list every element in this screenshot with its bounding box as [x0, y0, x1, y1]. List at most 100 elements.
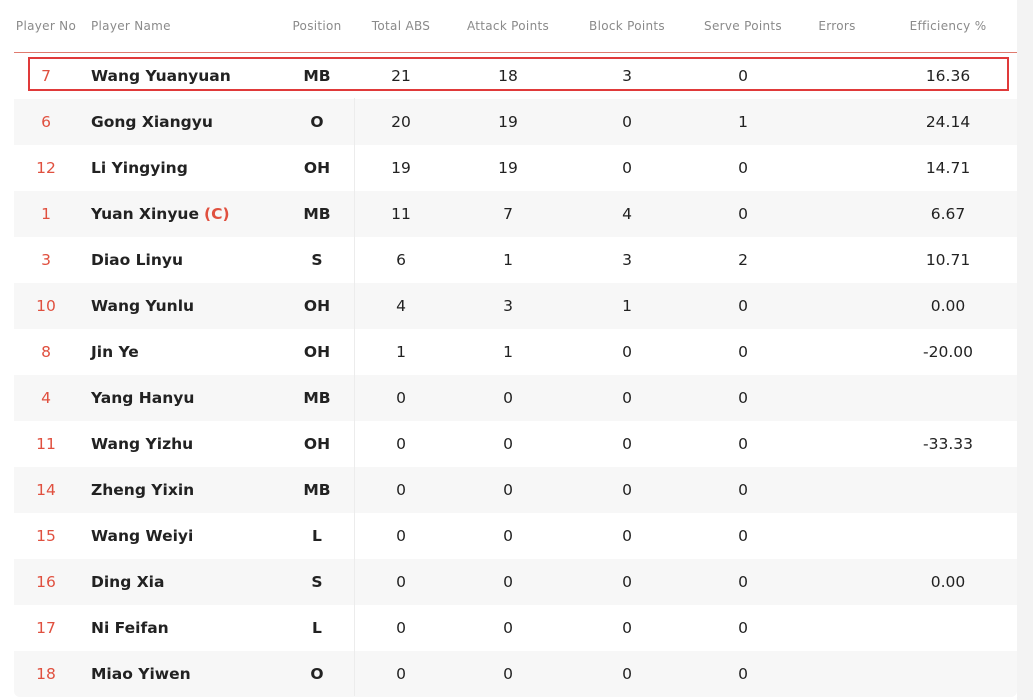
table-row[interactable]: 7 Wang Yuanyuan MB 21 18 3 0 16.36	[14, 53, 1017, 99]
cell-name-text: Wang Weiyi	[91, 527, 194, 545]
cell-attack: 0	[503, 559, 513, 605]
cell-position-text: OH	[303, 435, 331, 453]
cell-attack: 1	[503, 329, 513, 375]
header-position[interactable]: Position	[292, 0, 341, 52]
cell-efficiency: 16.36	[926, 53, 970, 99]
cell-position: OH	[304, 329, 330, 375]
cell-position: S	[311, 237, 322, 283]
cell-attack-text: 0	[503, 665, 513, 683]
cell-block-text: 0	[622, 665, 632, 683]
cell-position: O	[310, 651, 323, 697]
cell-block-text: 0	[622, 573, 632, 591]
cell-serve-text: 0	[738, 435, 748, 453]
cell-block-text: 0	[622, 619, 632, 637]
cell-no-text: 6	[41, 113, 51, 131]
scrollbar-track[interactable]	[1017, 0, 1033, 700]
cell-efficiency-text: -33.33	[923, 435, 973, 453]
cell-block-text: 3	[622, 67, 632, 85]
header-total-abs[interactable]: Total ABS	[372, 0, 430, 52]
header-serve-points[interactable]: Serve Points	[704, 0, 782, 52]
cell-position-text: MB	[303, 389, 331, 407]
header-errors[interactable]: Errors	[818, 0, 855, 52]
cell-position: OH	[304, 283, 330, 329]
header-player-name[interactable]: Player Name	[91, 0, 171, 52]
cell-name: Ni Feifan	[91, 605, 169, 651]
cell-position-text: L	[312, 619, 322, 637]
captain-badge: (C)	[203, 205, 230, 223]
cell-total-text: 11	[391, 205, 411, 223]
cell-serve: 0	[738, 191, 748, 237]
table-row[interactable]: 6 Gong Xiangyu O 20 19 0 1 24.14	[14, 99, 1017, 145]
table-row[interactable]: 15 Wang Weiyi L 0 0 0 0	[14, 513, 1017, 559]
cell-no-text: 1	[41, 205, 51, 223]
cell-name: Wang Yizhu	[91, 421, 193, 467]
table-row[interactable]: 16 Ding Xia S 0 0 0 0 0.00	[14, 559, 1017, 605]
cell-no-text: 12	[36, 159, 56, 177]
cell-serve-text: 0	[738, 297, 748, 315]
table-row[interactable]: 11 Wang Yizhu OH 0 0 0 0 -33.33	[14, 421, 1017, 467]
table-row[interactable]: 14 Zheng Yixin MB 0 0 0 0	[14, 467, 1017, 513]
cell-no: 1	[41, 191, 51, 237]
table-row[interactable]: 12 Li Yingying OH 19 19 0 0 14.71	[14, 145, 1017, 191]
cell-no-text: 7	[41, 67, 51, 85]
header-efficiency[interactable]: Efficiency %	[910, 0, 987, 52]
cell-serve: 0	[738, 145, 748, 191]
table-header: Player No Player Name Position Total ABS…	[14, 0, 1017, 53]
cell-name: Ding Xia	[91, 559, 164, 605]
cell-no-text: 17	[36, 619, 56, 637]
cell-efficiency: 10.71	[926, 237, 970, 283]
cell-no: 6	[41, 99, 51, 145]
cell-attack: 1	[503, 237, 513, 283]
cell-position: L	[312, 605, 322, 651]
cell-no-text: 11	[36, 435, 56, 453]
table-row[interactable]: 3 Diao Linyu S 6 1 3 2 10.71	[14, 237, 1017, 283]
cell-total: 0	[396, 513, 406, 559]
cell-block: 0	[622, 375, 632, 421]
cell-efficiency: -33.33	[923, 421, 973, 467]
table-row[interactable]: 18 Miao Yiwen O 0 0 0 0	[14, 651, 1017, 697]
cell-no: 11	[36, 421, 56, 467]
cell-position-text: OH	[303, 159, 331, 177]
cell-serve-text: 0	[738, 665, 748, 683]
cell-name-text: Jin Ye	[91, 343, 139, 361]
cell-total-text: 0	[396, 435, 406, 453]
cell-no: 14	[36, 467, 56, 513]
cell-attack-text: 0	[503, 573, 513, 591]
cell-position: MB	[303, 191, 330, 237]
header-block-points[interactable]: Block Points	[589, 0, 665, 52]
cell-efficiency: 24.14	[926, 99, 970, 145]
header-player-no[interactable]: Player No	[16, 0, 76, 52]
cell-name: Wang Weiyi	[91, 513, 193, 559]
cell-total: 11	[391, 191, 411, 237]
cell-no: 17	[36, 605, 56, 651]
cell-position-text: S	[311, 573, 323, 591]
table-row[interactable]: 17 Ni Feifan L 0 0 0 0	[14, 605, 1017, 651]
cell-name-text: Yang Hanyu	[91, 389, 195, 407]
cell-serve: 0	[738, 513, 748, 559]
cell-block-text: 3	[622, 251, 632, 269]
cell-block: 1	[622, 283, 632, 329]
cell-block-text: 0	[622, 527, 632, 545]
cell-attack-text: 0	[503, 619, 513, 637]
cell-position-text: S	[311, 251, 323, 269]
cell-position: S	[311, 559, 322, 605]
cell-attack-text: 7	[503, 205, 513, 223]
cell-serve: 0	[738, 375, 748, 421]
header-attack-points[interactable]: Attack Points	[467, 0, 549, 52]
cell-attack: 19	[498, 99, 518, 145]
cell-efficiency-text: 16.36	[925, 67, 971, 85]
cell-attack-text: 0	[503, 481, 513, 499]
cell-position-text: MB	[303, 481, 331, 499]
table-row[interactable]: 8 Jin Ye OH 1 1 0 0 -20.00	[14, 329, 1017, 375]
table-row[interactable]: 4 Yang Hanyu MB 0 0 0 0	[14, 375, 1017, 421]
cell-no: 18	[36, 651, 56, 697]
cell-no: 7	[41, 53, 51, 99]
cell-position-text: MB	[303, 67, 331, 85]
table-row[interactable]: 1 Yuan Xinyue (C) MB 11 7 4 0 6.67	[14, 191, 1017, 237]
cell-serve-text: 0	[738, 159, 748, 177]
table-row[interactable]: 10 Wang Yunlu OH 4 3 1 0 0.00	[14, 283, 1017, 329]
cell-block-text: 0	[622, 159, 632, 177]
cell-serve-text: 0	[738, 481, 748, 499]
cell-attack: 0	[503, 375, 513, 421]
cell-total-text: 20	[391, 113, 411, 131]
